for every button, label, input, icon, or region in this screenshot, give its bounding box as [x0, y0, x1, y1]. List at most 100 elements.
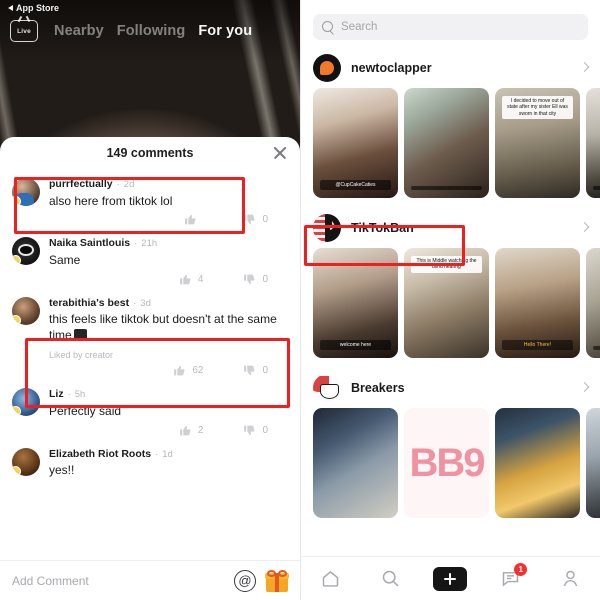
nav-search-button[interactable]: [371, 564, 411, 594]
comment-terabithias-best[interactable]: terabithia's best · 3d this feels like t…: [0, 290, 300, 381]
section-tiktokban: TikTokBan welcome here This is Middle wa…: [301, 206, 600, 364]
comment-username[interactable]: terabithia's best: [49, 297, 129, 310]
badge-icon: [12, 196, 21, 206]
comment-text: also here from tiktok lol: [49, 193, 173, 208]
tile-caption: Hello There!: [502, 339, 573, 350]
dislike-count: 0: [262, 424, 268, 436]
video-tile[interactable]: Hello There!: [495, 248, 580, 358]
dislike-button[interactable]: 0: [243, 273, 268, 286]
dislike-count: 0: [262, 273, 268, 285]
liked-by-creator-label: Liked by creator: [49, 350, 114, 361]
nav-messages-button[interactable]: 1: [490, 562, 530, 594]
tile-caption: This is Middle watching the blind hearin…: [411, 256, 482, 273]
comment-elizabeth-riot-roots[interactable]: Elizabeth Riot Roots · 1d yes!!: [0, 441, 300, 481]
thumb-down-icon: [244, 215, 255, 225]
at-mention-icon[interactable]: @: [234, 569, 256, 592]
comment-liz[interactable]: Liz · 5h Perfectly said 2 0: [0, 381, 300, 440]
top-tab-bar: Live Nearby Following For you: [0, 17, 300, 45]
video-tile[interactable]: I decided to move out of state after my …: [495, 88, 580, 198]
nav-create-button[interactable]: [430, 564, 470, 594]
search-area: Search: [301, 0, 600, 46]
section-header-newtoclapper[interactable]: newtoclapper: [301, 46, 600, 88]
nav-home-button[interactable]: [311, 564, 351, 594]
badge-icon: [12, 465, 21, 476]
tiktok-logo-avatar[interactable]: [313, 214, 341, 242]
back-to-app-store-button[interactable]: App Store: [8, 3, 59, 13]
comment-purrfectually[interactable]: purrfectually · 2d also here from tiktok…: [0, 171, 300, 230]
badge-icon: [12, 314, 21, 325]
chevron-right-icon[interactable]: [579, 62, 590, 72]
search-input[interactable]: Search: [313, 14, 588, 40]
messages-badge: 1: [514, 562, 528, 576]
status-back-label: App Store: [16, 3, 60, 13]
tile-caption: [593, 346, 600, 350]
comment-naika-saintlouis[interactable]: Naika Saintlouis · 21h Same 4 0: [0, 230, 300, 289]
like-button[interactable]: [184, 213, 203, 226]
comment-actions: 62 0: [12, 360, 288, 379]
tab-following[interactable]: Following: [117, 23, 186, 39]
chevron-right-icon[interactable]: [579, 382, 590, 392]
tile-caption: welcome here: [320, 339, 391, 350]
avatar[interactable]: [12, 447, 40, 476]
nav-profile-button[interactable]: [550, 564, 590, 594]
close-icon[interactable]: [272, 145, 288, 161]
dislike-count: 0: [262, 214, 268, 226]
add-comment-input[interactable]: Add Comment: [12, 574, 224, 588]
plus-icon[interactable]: [433, 566, 468, 591]
avatar[interactable]: [12, 178, 40, 206]
dislike-button[interactable]: 0: [243, 213, 268, 226]
section-breakers: Breakers: [301, 366, 600, 524]
tile-row[interactable]: [301, 408, 600, 524]
like-button[interactable]: 62: [173, 364, 203, 377]
thumb-up-icon: [179, 425, 191, 435]
comment-timestamp: 21h: [141, 238, 158, 250]
like-button[interactable]: 4: [179, 273, 203, 286]
comments-count-title: 149 comments: [106, 146, 194, 160]
comments-list[interactable]: purrfectually · 2d also here from tiktok…: [0, 169, 300, 560]
dislike-button[interactable]: 0: [243, 424, 268, 437]
tile-row[interactable]: @CupCakeCaties I decided to move out of …: [301, 88, 600, 204]
thumb-up-icon: [185, 215, 196, 225]
comment-actions: 2 0: [12, 420, 288, 439]
live-button[interactable]: Live: [10, 20, 38, 42]
emoji-icon: [73, 329, 87, 341]
comment-username[interactable]: Naika Saintlouis: [49, 237, 130, 250]
comment-username[interactable]: Elizabeth Riot Roots: [49, 448, 151, 461]
thumb-down-icon: [244, 274, 255, 284]
home-icon: [323, 570, 339, 587]
video-tile[interactable]: @CupCakeCaties: [313, 88, 398, 198]
section-header-breakers[interactable]: Breakers: [301, 366, 600, 408]
gift-icon[interactable]: [265, 569, 289, 592]
breakers-logo-avatar[interactable]: [313, 374, 341, 402]
like-button[interactable]: 2: [179, 424, 203, 437]
avatar[interactable]: [12, 388, 40, 417]
badge-icon: [12, 406, 21, 417]
video-tile[interactable]: [586, 248, 600, 358]
video-tile[interactable]: [404, 408, 489, 518]
section-header-tiktokban[interactable]: TikTokBan: [301, 206, 600, 248]
comment-timestamp: 3d: [140, 297, 151, 309]
tab-for-you[interactable]: For you: [198, 23, 252, 39]
tab-nearby[interactable]: Nearby: [54, 23, 104, 39]
video-feed-panel: App Store Live Nearby Following For you …: [0, 0, 300, 600]
avatar[interactable]: [12, 296, 40, 325]
thumb-up-icon: [179, 274, 191, 285]
clapper-logo-avatar[interactable]: [313, 54, 341, 82]
comment-username[interactable]: purrfectually: [49, 178, 113, 191]
video-tile[interactable]: [313, 408, 398, 518]
status-bar: App Store: [0, 0, 300, 16]
comment-text: this feels like tiktok but doesn't at th…: [49, 312, 288, 344]
search-placeholder: Search: [341, 21, 378, 33]
dislike-button[interactable]: 0: [243, 364, 268, 377]
video-tile[interactable]: [586, 88, 600, 198]
tile-row[interactable]: welcome here This is Middle watching the…: [301, 248, 600, 364]
avatar[interactable]: [12, 237, 40, 266]
comment-username[interactable]: Liz: [49, 388, 64, 401]
video-tile[interactable]: welcome here: [313, 248, 398, 358]
discover-feed[interactable]: newtoclapper @CupCakeCaties I decided to…: [301, 46, 600, 600]
video-tile[interactable]: This is Middle watching the blind hearin…: [404, 248, 489, 358]
video-tile[interactable]: [495, 408, 580, 518]
video-tile[interactable]: [404, 88, 489, 198]
chevron-right-icon[interactable]: [579, 222, 590, 232]
video-tile[interactable]: [586, 408, 600, 518]
